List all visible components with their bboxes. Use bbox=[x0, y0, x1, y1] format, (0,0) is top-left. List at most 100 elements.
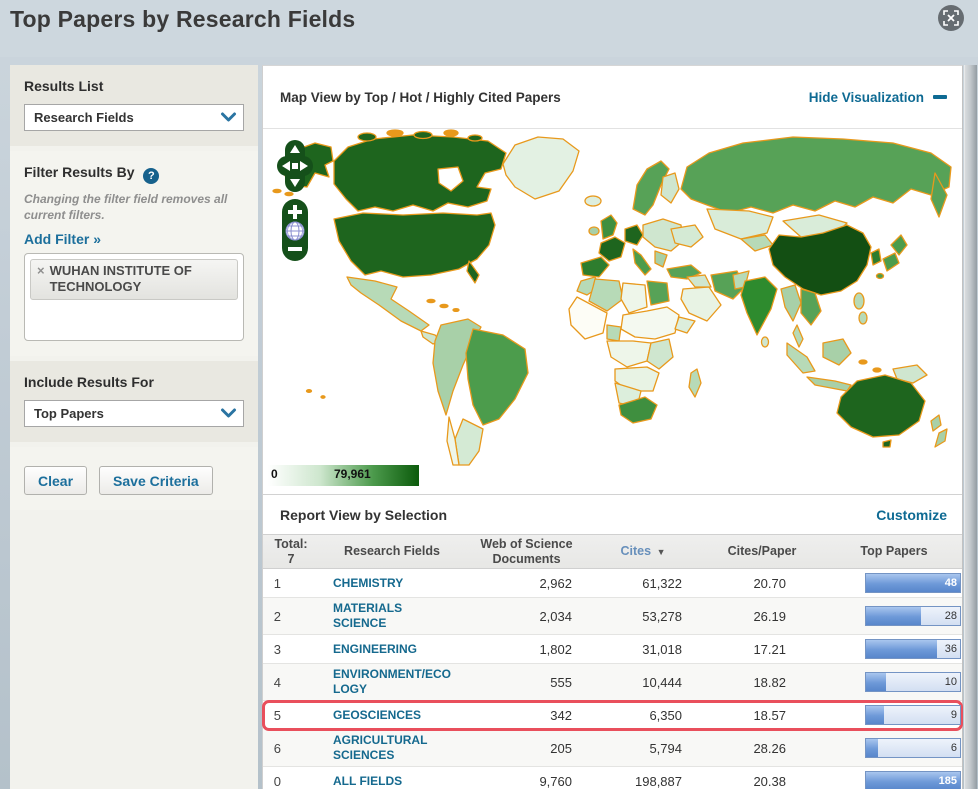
chevron-down-icon bbox=[221, 112, 236, 122]
map-north-america bbox=[272, 129, 602, 345]
row-field: ENGINEERING bbox=[319, 641, 465, 657]
table-row: 5 GEOSCIENCES 342 6,350 18.57 9 bbox=[262, 700, 963, 731]
help-icon[interactable]: ? bbox=[143, 168, 160, 184]
row-field: AGRICULTURAL SCIENCES bbox=[319, 733, 465, 763]
row-top-papers: 48 bbox=[826, 573, 962, 593]
legend-min-value: 0 bbox=[271, 467, 278, 481]
row-cites-per-paper: 20.70 bbox=[753, 575, 786, 591]
sort-desc-icon: ▼ bbox=[656, 547, 666, 558]
include-results-dropdown-value: Top Papers bbox=[34, 406, 104, 422]
column-header-research-fields[interactable]: Research Fields bbox=[319, 544, 465, 558]
field-link[interactable]: ENGINEERING bbox=[333, 642, 417, 657]
map-view-title: Map View by Top / Hot / Highly Cited Pap… bbox=[280, 89, 561, 105]
top-papers-bar-fill bbox=[866, 673, 886, 691]
row-field: CHEMISTRY bbox=[319, 575, 465, 591]
sidebar: Results List Research Fields Filter Resu… bbox=[10, 65, 258, 789]
field-link[interactable]: AGRICULTURAL SCIENCES bbox=[333, 733, 451, 763]
top-papers-value: 28 bbox=[944, 610, 957, 622]
row-top-papers: 28 bbox=[826, 606, 962, 626]
legend-max-value: 79,961 bbox=[334, 467, 371, 481]
row-top-papers: 36 bbox=[826, 639, 962, 659]
field-link[interactable]: ENVIRONMENT/ECOLOGY bbox=[333, 667, 451, 697]
field-link[interactable]: GEOSCIENCES bbox=[333, 708, 421, 723]
map-asia bbox=[680, 136, 952, 392]
row-cites: 61,322 bbox=[642, 575, 682, 591]
column-header-cites-per-paper[interactable]: Cites/Paper bbox=[698, 544, 826, 558]
hide-visualization-link[interactable]: Hide Visualization bbox=[809, 90, 947, 105]
filter-heading: Filter Results By ? bbox=[24, 164, 244, 184]
clear-button[interactable]: Clear bbox=[24, 466, 88, 496]
row-rank: 5 bbox=[273, 707, 281, 723]
save-criteria-button[interactable]: Save Criteria bbox=[99, 466, 213, 496]
total-label: Total: bbox=[274, 537, 308, 552]
top-papers-bar: 48 bbox=[865, 573, 961, 593]
column-header-top-papers[interactable]: Top Papers bbox=[826, 544, 962, 558]
results-list-dropdown[interactable]: Research Fields bbox=[24, 104, 244, 131]
top-papers-bar-fill bbox=[866, 640, 937, 658]
table-row: 4 ENVIRONMENT/ECOLOGY 555 10,444 18.82 1… bbox=[263, 664, 962, 701]
pan-center-icon bbox=[292, 163, 298, 169]
row-rank: 3 bbox=[273, 641, 281, 657]
collapse-icon bbox=[933, 95, 947, 99]
row-top-papers: 9 bbox=[826, 705, 962, 725]
cites-label: Cites bbox=[620, 544, 652, 559]
row-field: ENVIRONMENT/ECOLOGY bbox=[319, 667, 465, 697]
filter-tag[interactable]: × WUHAN INSTITUTE OF TECHNOLOGY bbox=[30, 259, 238, 301]
row-cites-per-paper: 18.57 bbox=[753, 707, 786, 723]
row-cites-per-paper: 17.21 bbox=[753, 641, 786, 657]
map-zoom-control[interactable] bbox=[282, 199, 308, 261]
map-south-america bbox=[432, 318, 529, 466]
field-link[interactable]: CHEMISTRY bbox=[333, 576, 403, 591]
globe-icon bbox=[285, 221, 305, 241]
top-papers-bar-fill bbox=[866, 607, 921, 625]
world-map[interactable] bbox=[263, 129, 963, 494]
column-header-wos-documents[interactable]: Web of Science Documents bbox=[465, 537, 588, 566]
total-value: 7 bbox=[287, 551, 295, 566]
row-docs: 555 bbox=[550, 674, 572, 690]
page-header: Top Papers by Research Fields bbox=[0, 0, 978, 57]
table-row: 1 CHEMISTRY 2,962 61,322 20.70 48 bbox=[263, 569, 962, 598]
row-cites: 5,794 bbox=[649, 740, 682, 756]
filter-heading-label: Filter Results By bbox=[24, 164, 135, 180]
hide-visualization-label: Hide Visualization bbox=[808, 89, 924, 105]
include-results-section: Include Results For Top Papers bbox=[10, 361, 258, 443]
map-pan-control[interactable] bbox=[277, 139, 313, 193]
esi-page: Top Papers by Research Fields Results Li… bbox=[0, 0, 978, 789]
customize-link[interactable]: Customize bbox=[876, 507, 947, 523]
fullscreen-button[interactable] bbox=[938, 5, 964, 31]
row-docs: 2,034 bbox=[539, 608, 572, 624]
field-link[interactable]: ALL FIELDS bbox=[333, 774, 402, 789]
map-color-legend: 0 79,961 bbox=[268, 465, 419, 486]
table-row: 6 AGRICULTURAL SCIENCES 205 5,794 28.26 … bbox=[263, 730, 962, 767]
results-list-section: Results List Research Fields bbox=[10, 65, 258, 146]
row-rank: 2 bbox=[273, 608, 281, 624]
chevron-down-icon bbox=[221, 408, 236, 418]
row-field: GEOSCIENCES bbox=[319, 707, 465, 723]
top-papers-bar: 36 bbox=[865, 639, 961, 659]
remove-filter-icon[interactable]: × bbox=[37, 263, 45, 279]
add-filter-link[interactable]: Add Filter » bbox=[24, 231, 101, 247]
field-link[interactable]: MATERIALS SCIENCE bbox=[333, 601, 451, 631]
include-results-heading: Include Results For bbox=[24, 374, 154, 391]
row-cites: 31,018 bbox=[642, 641, 682, 657]
table-row: 2 MATERIALS SCIENCE 2,034 53,278 26.19 2… bbox=[263, 598, 962, 635]
map-view-header: Map View by Top / Hot / Highly Cited Pap… bbox=[263, 66, 962, 129]
report-rows: 1 CHEMISTRY 2,962 61,322 20.70 48 2 MATE… bbox=[262, 569, 963, 789]
top-papers-value: 185 bbox=[938, 775, 957, 787]
row-docs: 342 bbox=[550, 707, 572, 723]
fullscreen-icon bbox=[943, 10, 959, 26]
row-cites: 10,444 bbox=[642, 674, 682, 690]
top-papers-value: 48 bbox=[944, 577, 957, 589]
top-papers-bar: 9 bbox=[865, 705, 961, 725]
column-header-cites[interactable]: Cites ▼ bbox=[588, 544, 698, 558]
row-rank: 1 bbox=[273, 575, 281, 591]
include-results-dropdown[interactable]: Top Papers bbox=[24, 400, 244, 428]
top-papers-value: 10 bbox=[944, 676, 957, 688]
row-top-papers: 185 bbox=[826, 771, 962, 789]
row-cites-per-paper: 26.19 bbox=[753, 608, 786, 624]
top-papers-value: 9 bbox=[950, 709, 957, 721]
column-header-total: Total: 7 bbox=[263, 537, 319, 566]
row-docs: 2,962 bbox=[539, 575, 572, 591]
top-papers-value: 6 bbox=[950, 742, 957, 754]
vertical-scrollbar[interactable] bbox=[964, 65, 977, 789]
